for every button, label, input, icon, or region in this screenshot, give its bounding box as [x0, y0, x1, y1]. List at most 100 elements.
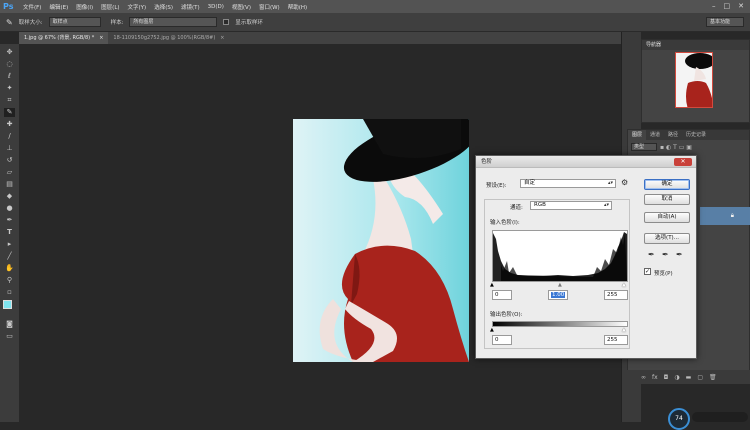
sample-select[interactable]: 所有图层	[129, 17, 218, 27]
levels-dialog: 色阶 ✕ 预设(E): 自定 ▴▾ ⚙ 通道: RGB ▴▾ 输入色阶(I): ▲ …	[475, 155, 697, 359]
move-tool-icon[interactable]: ✥	[4, 48, 15, 57]
tab-layers[interactable]: 图层	[628, 130, 647, 140]
menu-filter[interactable]: 滤镜(T)	[181, 3, 200, 11]
eraser-tool-icon[interactable]: ▱	[4, 168, 15, 177]
dodge-tool-icon[interactable]: ●	[4, 204, 15, 213]
menu-3d[interactable]: 3D(D)	[208, 4, 224, 10]
black-point-handle[interactable]: ▲	[490, 282, 494, 288]
trash-icon[interactable]: 🗑︎	[709, 374, 717, 381]
input-levels-slider[interactable]: ▲ ▲ ▲	[490, 282, 628, 288]
folder-icon[interactable]: ▬	[686, 374, 692, 381]
preset-value: 自定	[524, 180, 536, 186]
menu-image[interactable]: 图像(I)	[76, 3, 93, 11]
white-eyedropper-icon[interactable]: ✒	[676, 250, 683, 259]
line-tool-icon[interactable]: ╱	[4, 252, 15, 261]
preset-gear-icon[interactable]: ⚙	[621, 178, 628, 187]
blur-tool-icon[interactable]: ◆	[4, 192, 15, 201]
clone-stamp-tool-icon[interactable]: ⊥	[4, 144, 15, 153]
doc-tab-title: 18-1109150g2752.jpg @ 100%(RGB/8#)	[113, 35, 216, 41]
doc-tab-1[interactable]: 1.jpg @ 67% (背景, RGB/8) * ×	[19, 32, 109, 44]
gray-eyedropper-icon[interactable]: ✒	[662, 250, 669, 259]
gamma-handle[interactable]: ▲	[558, 282, 562, 288]
preview-label: 预览(P)	[654, 271, 673, 277]
navigator-preview-image	[676, 53, 712, 107]
gradient-tool-icon[interactable]: ▤	[4, 180, 15, 189]
tab-history[interactable]: 历史记录	[682, 130, 710, 140]
hand-tool-icon[interactable]: ✋	[4, 264, 15, 273]
crop-tool-icon[interactable]: ⌗	[4, 96, 15, 105]
navigator-thumbnail[interactable]	[675, 52, 713, 108]
preview-checkbox[interactable]: ✓	[644, 268, 651, 275]
screen-mode-icon[interactable]: ▭	[4, 332, 15, 341]
channel-select[interactable]: RGB ▴▾	[530, 201, 612, 210]
history-brush-tool-icon[interactable]: ↺	[4, 156, 15, 165]
floating-widget[interactable]: 74	[668, 404, 750, 430]
menu-layer[interactable]: 图层(L)	[101, 3, 119, 11]
output-black-field[interactable]: 0	[492, 335, 512, 345]
close-tab-icon[interactable]: ×	[220, 32, 224, 44]
menu-window[interactable]: 窗口(W)	[259, 3, 280, 11]
sample-size-select[interactable]: 取样点	[48, 17, 101, 27]
workspace-select[interactable]: 基本功能	[706, 17, 744, 27]
fx-icon[interactable]: fx	[652, 374, 658, 381]
white-point-handle[interactable]: ▲	[622, 282, 626, 288]
output-white-field[interactable]: 255	[604, 335, 628, 345]
dialog-close-button[interactable]: ✕	[674, 158, 692, 166]
menu-edit[interactable]: 编辑(E)	[49, 3, 68, 11]
output-levels-slider[interactable]: ▲ ▲	[490, 327, 628, 333]
quick-mask-icon[interactable]: ◙	[4, 320, 15, 329]
eyedropper-icon[interactable]: ✎	[6, 18, 13, 27]
show-ring-checkbox[interactable]	[223, 19, 230, 25]
default-colors-icon[interactable]: ▫	[4, 288, 15, 297]
color-swatches[interactable]	[2, 300, 17, 314]
new-layer-icon[interactable]: ▢	[697, 374, 703, 381]
ok-button[interactable]: 确定	[644, 179, 690, 190]
foreground-color-swatch[interactable]	[2, 300, 12, 309]
adjustment-icon[interactable]: ◑	[674, 374, 679, 381]
output-white-handle[interactable]: ▲	[622, 327, 626, 333]
options-button[interactable]: 选项(T)...	[644, 233, 690, 244]
close-tab-icon[interactable]: ×	[99, 32, 103, 44]
preset-select[interactable]: 自定 ▴▾	[520, 179, 616, 188]
auto-button[interactable]: 自动(A)	[644, 212, 690, 223]
doc-tab-2[interactable]: 18-1109150g2752.jpg @ 100%(RGB/8#) ×	[108, 32, 229, 44]
output-black-handle[interactable]: ▲	[490, 327, 494, 333]
marquee-tool-icon[interactable]: ◌	[4, 60, 15, 69]
quick-select-tool-icon[interactable]: ✦	[4, 84, 15, 93]
layers-footer: ∞ fx ◘ ◑ ▬ ▢ 🗑︎	[627, 370, 750, 384]
input-black-field[interactable]: 0	[492, 290, 512, 300]
lasso-tool-icon[interactable]: ℓ	[4, 72, 15, 81]
type-tool-icon[interactable]: T	[4, 228, 15, 237]
mask-icon[interactable]: ◘	[664, 374, 669, 381]
healing-brush-tool-icon[interactable]: ✚	[4, 120, 15, 129]
close-window-button[interactable]: ✕	[738, 2, 744, 10]
pen-tool-icon[interactable]: ✒	[4, 216, 15, 225]
zoom-tool-icon[interactable]: ⚲	[4, 276, 15, 285]
levels-dialog-title: 色阶 ✕	[476, 156, 696, 168]
maximize-button[interactable]: □	[724, 2, 731, 10]
filter-icons[interactable]: ▪ ◐ T ▭ ▣	[660, 144, 692, 151]
link-icon[interactable]: ∞	[641, 374, 646, 381]
input-gamma-field[interactable]: 1.00	[548, 290, 568, 300]
histogram-graph	[493, 232, 627, 281]
eyedropper-tool-icon[interactable]: ✎	[4, 108, 15, 117]
selected-layer-row[interactable]: 🔒︎	[700, 207, 750, 225]
document-image[interactable]	[293, 119, 469, 362]
cancel-button[interactable]: 取消	[644, 194, 690, 205]
path-select-tool-icon[interactable]: ▸	[4, 240, 15, 249]
dialog-title-text: 色阶	[481, 159, 493, 165]
tab-channels[interactable]: 通道	[646, 130, 664, 140]
menu-type[interactable]: 文字(Y)	[128, 3, 147, 11]
brush-tool-icon[interactable]: /	[4, 132, 15, 141]
navigator-tab[interactable]: 导航器	[642, 40, 749, 50]
menu-select[interactable]: 选择(S)	[154, 3, 173, 11]
input-white-field[interactable]: 255	[604, 290, 628, 300]
tab-paths[interactable]: 路径	[664, 130, 682, 140]
black-eyedropper-icon[interactable]: ✒	[648, 250, 655, 259]
menu-file[interactable]: 文件(F)	[23, 3, 41, 11]
portrait-photo	[293, 119, 469, 362]
menu-view[interactable]: 视图(V)	[232, 3, 251, 11]
layer-kind-select[interactable]: 类型	[631, 143, 657, 151]
menu-help[interactable]: 帮助(H)	[288, 3, 307, 11]
minimize-button[interactable]: –	[712, 2, 716, 10]
